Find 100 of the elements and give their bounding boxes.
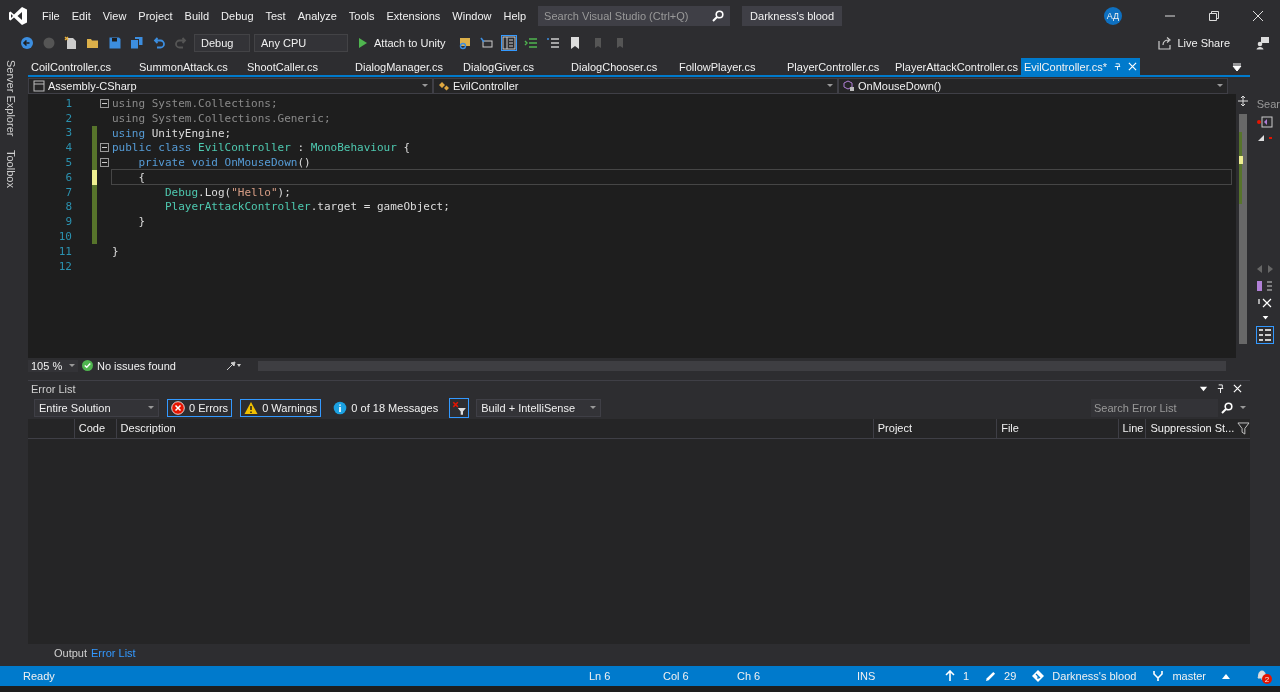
status-text: Ready [23,670,55,682]
menu-item[interactable]: Build [178,10,216,22]
restore-icon[interactable] [1208,10,1220,22]
collapse-icon[interactable] [99,98,109,108]
code-line: using System.Collections; [112,96,278,110]
clear-filter-icon[interactable] [450,398,469,417]
list-view-icon[interactable] [1257,327,1273,343]
close-icon[interactable] [1252,10,1264,22]
document-tab[interactable]: DialogChooser.cs [568,58,676,75]
new-item-icon[interactable] [64,36,78,50]
arrows-icon[interactable] [1255,264,1275,274]
filter-toggle[interactable]: 0 Warnings [240,398,322,417]
dropdown-icon[interactable] [1261,314,1269,321]
indent-icon[interactable] [523,36,538,50]
document-tab[interactable]: PlayerAttackController.cs [892,58,1021,75]
document-tab[interactable]: SummonAttack.cs [136,58,244,75]
line-number: 2 [64,111,73,125]
column-header[interactable]: File [1001,422,1019,434]
split-icon[interactable] [1238,96,1248,106]
comment-icon[interactable] [545,36,560,50]
member-dropdown[interactable]: OnMouseDown() [838,77,1228,94]
collapse-icon[interactable] [99,143,109,153]
folder-icon[interactable] [86,36,100,50]
notification-badge: 2 [1262,674,1272,684]
arrow-up-icon[interactable] [944,670,955,682]
char-indicator: Ch 6 [736,670,762,682]
column-header[interactable]: Description [120,422,176,434]
properties-icon[interactable] [1255,280,1275,292]
filter-toggle[interactable]: 0 of 18 Messages [329,398,443,417]
app-logo-icon [8,6,28,26]
column-header[interactable]: Project [877,422,913,434]
menu-item[interactable]: File [36,10,66,22]
column-header[interactable]: Suppression St... [1150,422,1235,434]
branch-icon[interactable] [1152,670,1165,682]
type-dropdown[interactable]: EvilController [433,77,838,94]
live-share-button[interactable]: Live Share [1152,35,1236,51]
dropdown-icon[interactable] [1199,384,1208,393]
document-tab[interactable]: PlayerController.cs [784,58,892,75]
search-icon [1221,401,1233,414]
code-line: } [137,215,146,229]
document-tab[interactable]: DialogGiver.cs [460,58,568,75]
line-number: 4 [64,141,73,155]
menu-item[interactable]: Extensions [380,10,447,22]
repository-name[interactable]: Darkness's blood [1052,670,1137,682]
source-dropdown[interactable]: Build + IntelliSense [476,398,602,417]
filter-toggle[interactable]: 0 Errors [167,398,233,417]
project-icon [33,79,45,92]
panel-tab[interactable]: Output [54,645,88,661]
project-dropdown[interactable]: Assembly-CSharp [28,77,433,94]
find-icon[interactable] [457,36,472,50]
menu-item[interactable]: Help [497,10,533,22]
pencil-icon[interactable] [985,670,997,682]
layout-icon[interactable] [501,36,516,50]
pin-icon[interactable] [1216,384,1225,393]
column-header[interactable]: Line [1122,422,1144,434]
menu-item[interactable]: Edit [65,10,97,22]
menu-item[interactable]: Debug [215,10,260,22]
platform-dropdown[interactable]: Any CPU [254,34,348,52]
zoom-dropdown[interactable]: 105 % [28,359,78,372]
document-tab[interactable]: ShootCaller.cs [244,58,352,75]
menu-item[interactable]: View [96,10,133,22]
filter-icon[interactable] [1237,421,1250,435]
menu-item[interactable]: Project [132,10,179,22]
brush-icon[interactable] [226,360,242,371]
menu-item[interactable]: Test [259,10,292,22]
branch-name[interactable]: master [1172,670,1206,682]
feedback-icon[interactable] [1256,36,1270,50]
document-tab[interactable]: CoilController.cs [28,58,136,75]
resize-icon[interactable] [1257,134,1273,142]
search-field-fragment[interactable]: Sear [1256,98,1280,110]
configuration-dropdown[interactable]: Debug [194,34,250,52]
column-header[interactable]: Code [78,422,106,434]
menu-item[interactable]: Tools [342,10,381,22]
back-icon[interactable] [20,36,34,50]
scope-dropdown[interactable]: Entire Solution [34,398,159,417]
search-field[interactable]: Search Error List [1091,398,1218,417]
document-tab[interactable]: DialogManager.cs [352,58,460,75]
side-tab[interactable]: Server Explorer [5,58,17,139]
step-icon[interactable] [479,36,494,50]
account-avatar[interactable]: АД [1104,7,1122,25]
save-all-icon[interactable] [130,36,144,50]
undo-icon[interactable] [152,36,166,50]
code-line: Debug.Log("Hello"); [163,185,291,199]
menu-item[interactable]: Analyze [291,10,343,22]
issues-status[interactable]: No issues found [97,359,222,372]
code-line: using System.Collections.Generic; [112,111,331,125]
changes-count[interactable]: 29 [1004,670,1017,682]
search-field[interactable]: Search Visual Studio (Ctrl+Q) [538,6,731,26]
side-tab[interactable]: Toolbox [5,148,17,191]
tab-list-icon[interactable] [1232,61,1242,72]
column-indicator: Col 6 [662,670,690,682]
collapse-icon[interactable] [99,158,109,168]
push-count[interactable]: 1 [962,670,970,682]
document-tab[interactable]: FollowPlayer.cs [676,58,784,75]
attach-button[interactable]: Attach to Unity [352,37,452,49]
vertical-scrollbar[interactable] [1239,114,1247,344]
menu-item[interactable]: Window [446,10,498,22]
save-icon[interactable] [108,36,122,50]
git-icon[interactable] [1032,670,1045,682]
panel-tab[interactable]: Error List [91,645,136,661]
